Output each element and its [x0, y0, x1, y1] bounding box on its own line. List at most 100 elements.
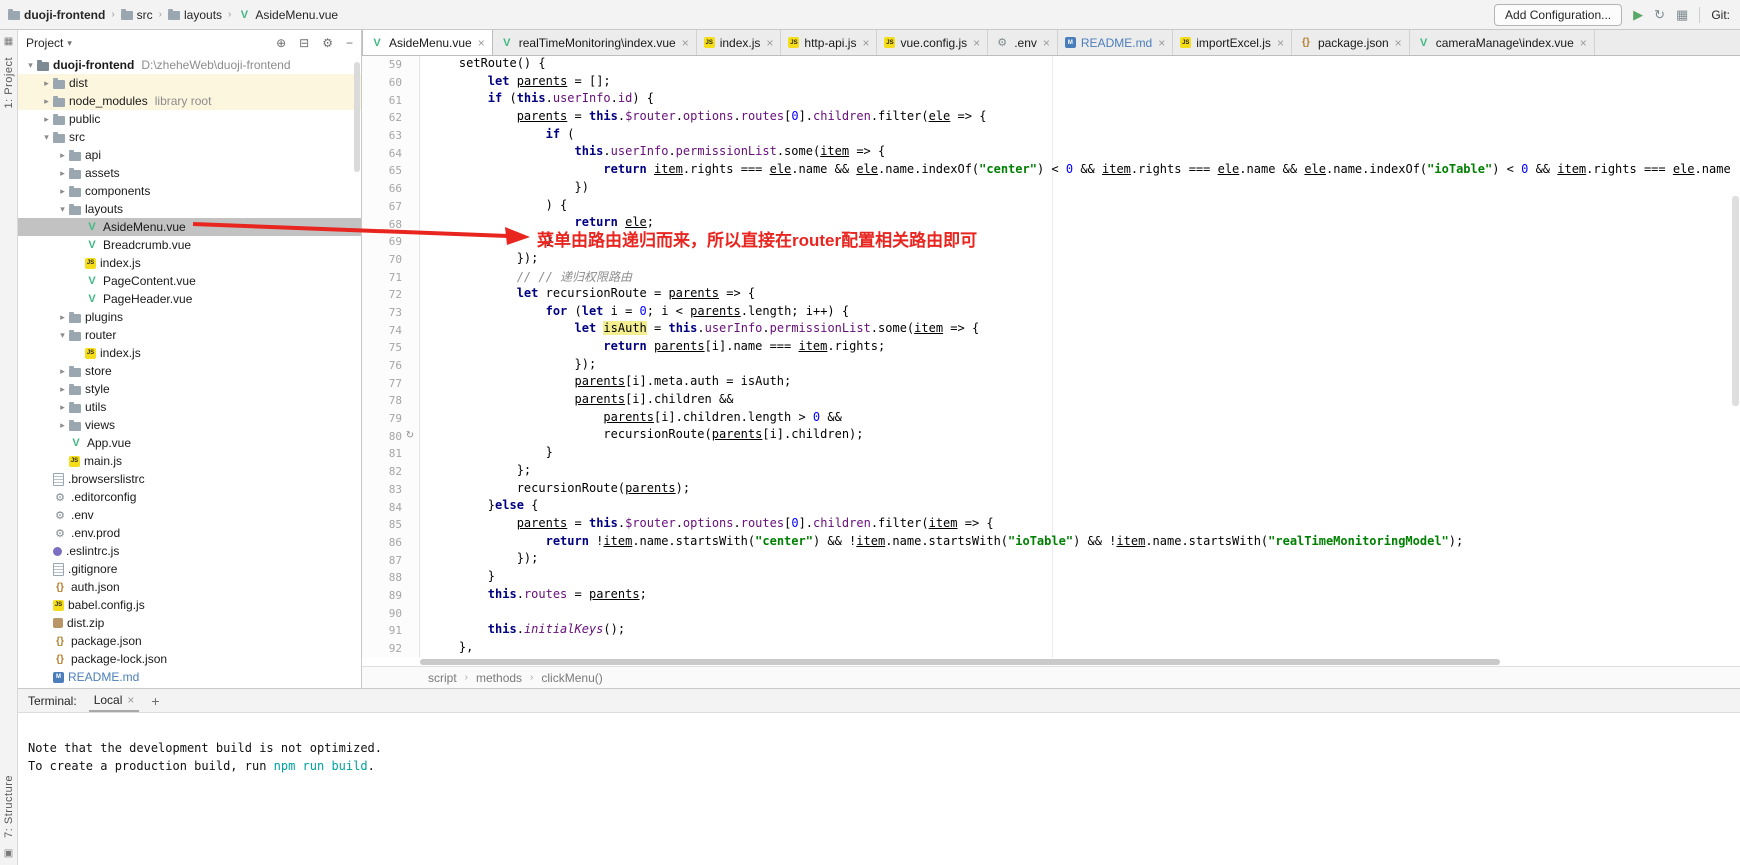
- tree-item[interactable]: ▾layouts: [18, 200, 361, 218]
- tree-item[interactable]: ▸views: [18, 416, 361, 434]
- tree-item[interactable]: ▸components: [18, 182, 361, 200]
- tab-close-icon[interactable]: ×: [682, 36, 689, 50]
- scrollbar[interactable]: [354, 62, 360, 172]
- tree-item[interactable]: ▸dist: [18, 74, 361, 92]
- code-line[interactable]: 68 return ele;: [362, 215, 1740, 233]
- breadcrumb-item[interactable]: methods: [476, 671, 522, 685]
- tree-item[interactable]: ▾duoji-frontendD:\zheheWeb\duoji-fronten…: [18, 56, 361, 74]
- code-line[interactable]: 83 recursionRoute(parents);: [362, 481, 1740, 499]
- tree-item[interactable]: VAsideMenu.vue: [18, 218, 361, 236]
- horizontal-scrollbar[interactable]: [420, 659, 1500, 665]
- chevron-icon[interactable]: ▸: [56, 366, 69, 377]
- tab-close-icon[interactable]: ×: [1277, 36, 1284, 50]
- hide-panel-icon[interactable]: −: [346, 36, 353, 50]
- chevron-icon[interactable]: ▾: [24, 60, 37, 71]
- editor-tab[interactable]: JSindex.js×: [697, 30, 782, 55]
- chevron-icon[interactable]: ▾: [56, 330, 69, 341]
- project-stripe-icon[interactable]: ▦: [4, 36, 13, 47]
- code-line[interactable]: 76 });: [362, 357, 1740, 375]
- tree-item[interactable]: ▸store: [18, 362, 361, 380]
- tree-item[interactable]: .gitignore: [18, 560, 361, 578]
- structure-stripe-icon[interactable]: ▣: [4, 848, 13, 859]
- tree-item[interactable]: JSbabel.config.js: [18, 596, 361, 614]
- collapse-all-icon[interactable]: ⊟: [299, 36, 309, 50]
- tree-item[interactable]: ▸public: [18, 110, 361, 128]
- editor-tab[interactable]: VcameraManage\index.vue×: [1410, 30, 1595, 55]
- tree-item[interactable]: JSindex.js: [18, 254, 361, 272]
- locate-icon[interactable]: ⊕: [276, 36, 286, 50]
- project-panel-title[interactable]: Project: [26, 36, 63, 50]
- tree-item[interactable]: .browserslistrc: [18, 470, 361, 488]
- stripe-project-label[interactable]: 1: Project: [3, 57, 15, 108]
- tree-item[interactable]: {}package.json: [18, 632, 361, 650]
- editor-tab[interactable]: JSvue.config.js×: [877, 30, 988, 55]
- chevron-icon[interactable]: ▸: [56, 186, 69, 197]
- code-line[interactable]: 90: [362, 604, 1740, 622]
- tree-item[interactable]: {}package-lock.json: [18, 650, 361, 668]
- tree-item[interactable]: VPageHeader.vue: [18, 290, 361, 308]
- code-line[interactable]: 71 // // 递归权限路由: [362, 268, 1740, 286]
- tree-item[interactable]: VBreadcrumb.vue: [18, 236, 361, 254]
- code-line[interactable]: 84 }else {: [362, 498, 1740, 516]
- code-line[interactable]: 70 });: [362, 251, 1740, 269]
- code-line[interactable]: 61 if (this.userInfo.id) {: [362, 91, 1740, 109]
- chevron-icon[interactable]: ▸: [56, 420, 69, 431]
- code-line[interactable]: 74 let isAuth = this.userInfo.permission…: [362, 321, 1740, 339]
- code-line[interactable]: 88 }: [362, 569, 1740, 587]
- chevron-icon[interactable]: ▾: [56, 204, 69, 215]
- tree-item[interactable]: MREADME.md: [18, 668, 361, 686]
- code-line[interactable]: 87 });: [362, 551, 1740, 569]
- code-line[interactable]: 92 },: [362, 640, 1740, 658]
- code-line[interactable]: 63 if (: [362, 127, 1740, 145]
- refresh-icon[interactable]: ↻: [1654, 8, 1665, 21]
- vertical-scrollbar[interactable]: [1732, 196, 1739, 406]
- tree-item[interactable]: JSmain.js: [18, 452, 361, 470]
- breadcrumb-item[interactable]: clickMenu(): [541, 671, 602, 685]
- code-line[interactable]: 75 return parents[i].name === item.right…: [362, 339, 1740, 357]
- code-line[interactable]: 81 }: [362, 445, 1740, 463]
- chevron-icon[interactable]: ▸: [56, 402, 69, 413]
- run-icon[interactable]: ▶: [1633, 8, 1643, 21]
- tab-close-icon[interactable]: ×: [478, 36, 485, 50]
- settings-icon[interactable]: ⚙: [322, 36, 333, 50]
- code-line[interactable]: 67 ) {: [362, 198, 1740, 216]
- close-icon[interactable]: ×: [127, 693, 134, 707]
- tree-item[interactable]: .eslintrc.js: [18, 542, 361, 560]
- tree-item[interactable]: dist.zip: [18, 614, 361, 632]
- chevron-icon[interactable]: ▸: [56, 312, 69, 323]
- editor-tab[interactable]: JShttp-api.js×: [781, 30, 877, 55]
- tab-close-icon[interactable]: ×: [1043, 36, 1050, 50]
- tree-item[interactable]: VApp.vue: [18, 434, 361, 452]
- code-line[interactable]: 66 }): [362, 180, 1740, 198]
- tree-item[interactable]: ▸assets: [18, 164, 361, 182]
- chevron-down-icon[interactable]: ▾: [67, 38, 72, 49]
- code-line[interactable]: 59 setRoute() {: [362, 56, 1740, 74]
- tree-item[interactable]: ⚙.editorconfig: [18, 488, 361, 506]
- grid-icon[interactable]: ▦: [1676, 8, 1688, 21]
- tab-close-icon[interactable]: ×: [1395, 36, 1402, 50]
- stripe-structure-label[interactable]: 7: Structure: [3, 775, 15, 838]
- editor-tab[interactable]: VAsideMenu.vue×: [362, 30, 493, 56]
- code-line[interactable]: 77 parents[i].meta.auth = isAuth;: [362, 374, 1740, 392]
- add-configuration-button[interactable]: Add Configuration...: [1494, 4, 1622, 26]
- code-line[interactable]: 60 let parents = [];: [362, 74, 1740, 92]
- tree-item[interactable]: ▾src: [18, 128, 361, 146]
- breadcrumb-item[interactable]: VAsideMenu.vue: [237, 8, 338, 22]
- editor-tab[interactable]: ⚙.env×: [988, 30, 1058, 55]
- code-line[interactable]: 80↻ recursionRoute(parents[i].children);: [362, 427, 1740, 445]
- code-line[interactable]: 65 return item.rights === ele.name && el…: [362, 162, 1740, 180]
- code-line[interactable]: 78 parents[i].children &&: [362, 392, 1740, 410]
- tree-item[interactable]: ▾router: [18, 326, 361, 344]
- tree-item[interactable]: ▸plugins: [18, 308, 361, 326]
- tree-item[interactable]: ▸api: [18, 146, 361, 164]
- terminal-tab-local[interactable]: Local ×: [89, 689, 140, 712]
- tree-item[interactable]: ⚙.env.prod: [18, 524, 361, 542]
- chevron-icon[interactable]: ▸: [40, 78, 53, 89]
- chevron-icon[interactable]: ▸: [56, 150, 69, 161]
- tree-item[interactable]: JSindex.js: [18, 344, 361, 362]
- chevron-icon[interactable]: ▸: [40, 96, 53, 107]
- code-line[interactable]: 85 parents = this.$router.options.routes…: [362, 516, 1740, 534]
- chevron-icon[interactable]: ▸: [40, 114, 53, 125]
- chevron-icon[interactable]: ▸: [56, 384, 69, 395]
- code-line[interactable]: 82 };: [362, 463, 1740, 481]
